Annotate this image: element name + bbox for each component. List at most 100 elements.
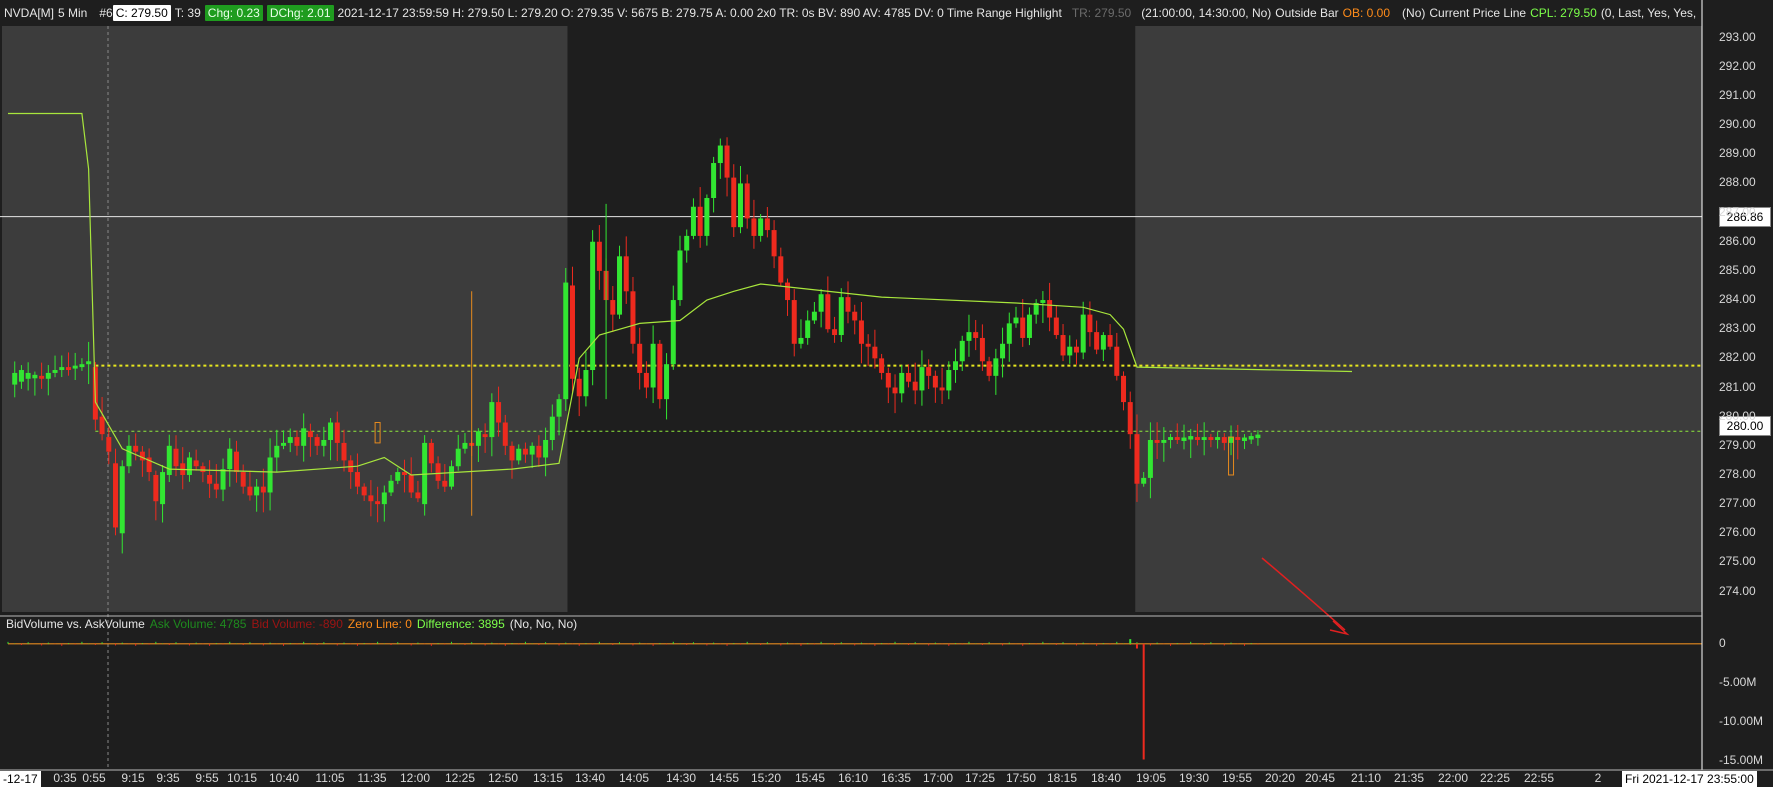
candle-body [1127,402,1133,435]
candle-body [650,343,656,388]
time-axis-label: 22:55 [1523,771,1555,785]
volume-study-title[interactable]: BidVolume vs. AskVolume [6,617,145,631]
candle-body [186,457,192,475]
candle-body [160,472,166,505]
candle-body [106,437,112,452]
candle-body [1040,300,1046,303]
candle-body [643,372,649,388]
time-axis-label: 9:55 [195,771,219,785]
candle-body [52,370,58,373]
time-axis-label: 22:00 [1437,771,1469,785]
candle-body [428,442,434,464]
time-axis-label: 11:05 [315,771,345,785]
candle-body [213,483,219,490]
current-price-line-value: CPL: 279.50 [1530,6,1597,20]
candle-body [966,332,972,341]
candle-body [1114,346,1120,376]
candle-body [1073,346,1079,353]
volume-header: BidVolume vs. AskVolume Ask Volume: 4785… [0,614,582,634]
time-axis-label: 14:30 [665,771,697,785]
candle-body [281,442,287,446]
candle-body [375,501,381,505]
candle-body [583,370,589,397]
candle-body [59,367,65,371]
price-axis-label: 292.00 [1719,58,1756,73]
candle-body [207,474,213,484]
candle-body [1047,300,1053,318]
candle-body [274,445,280,458]
time-axis-label: 16:35 [880,771,912,785]
x-tick-label: 2 [1594,771,1602,785]
x-date-start: -12-17 [0,771,41,787]
price-axis-label: 274.00 [1719,583,1756,598]
candle-body [12,372,18,385]
outside-bar-study[interactable]: Outside Bar [1275,6,1338,20]
price-axis-label: 278.00 [1719,466,1756,481]
candle-body [1020,317,1026,338]
candle-body [449,466,455,487]
current-price-line-study[interactable]: Current Price Line [1429,6,1526,20]
candle-body [1053,317,1059,336]
symbol-label[interactable]: NVDA[M] [4,6,54,20]
candle-body [72,365,78,369]
candle-body [590,241,596,371]
candle-body [737,183,743,228]
candle-body [858,320,864,344]
candle-body [1248,436,1254,440]
time-axis-label: 13:15 [532,771,564,785]
time-axis-label: 14:05 [618,771,650,785]
price-axis-label: 276.00 [1719,525,1756,540]
candle-body [899,372,905,394]
candle-body [267,457,273,493]
candle-body [287,437,293,443]
candle-body [630,291,636,344]
candle-body [549,416,555,440]
candle-body [758,218,764,236]
time-axis-label: 17:50 [1005,771,1037,785]
candle-body [509,445,515,461]
candle-body [1228,437,1234,443]
time-axis-label: 19:30 [1178,771,1210,785]
candle-body [617,256,623,315]
interval-label[interactable]: 5 Min [58,6,87,20]
candle-body [1067,346,1073,356]
candle-body [227,448,233,470]
price-chart[interactable] [0,0,1773,787]
candle-body [536,445,542,458]
volume-params: (No, No, No) [509,617,578,631]
candle-body [294,437,300,446]
time-axis-label: 21:35 [1393,771,1425,785]
candle-body [953,361,959,371]
time-axis-label: 10:15 [226,771,258,785]
candle-body [522,448,528,455]
candle-body [1087,314,1093,333]
candle-body [1181,437,1187,441]
price-axis-label: 286.00 [1719,233,1756,248]
time-axis-label: 21:10 [1350,771,1382,785]
candle-body [556,399,562,417]
candle-body [791,300,797,344]
candle-body [489,402,495,438]
candle-body [717,145,723,164]
candle-body [247,486,253,496]
candle-body [778,256,784,283]
time-axis-label: 11:35 [357,771,387,785]
candle-body [260,486,266,493]
candle-body [321,439,327,446]
candle-body [623,256,629,292]
candle-body [664,364,670,400]
candle-body [254,486,260,496]
price-axis-label: 277.00 [1719,496,1756,511]
outside-bar-params: (No) [1402,6,1426,20]
candle-body [502,422,508,446]
candle-body [1168,437,1174,440]
candle-body [832,329,838,336]
candle-body [65,367,71,371]
time-axis-label: 20:45 [1304,771,1336,785]
bar-details: 2021-12-17 23:59:59 H: 279.50 L: 279.20 … [337,6,1062,20]
candle-body [166,445,172,475]
candle-body [926,367,932,376]
chart-header: NVDA[M] 5 Min #6 C: 279.50 T: 39 Chg: 0.… [0,0,1700,26]
candle-body [818,294,824,312]
candle-body [516,448,522,461]
